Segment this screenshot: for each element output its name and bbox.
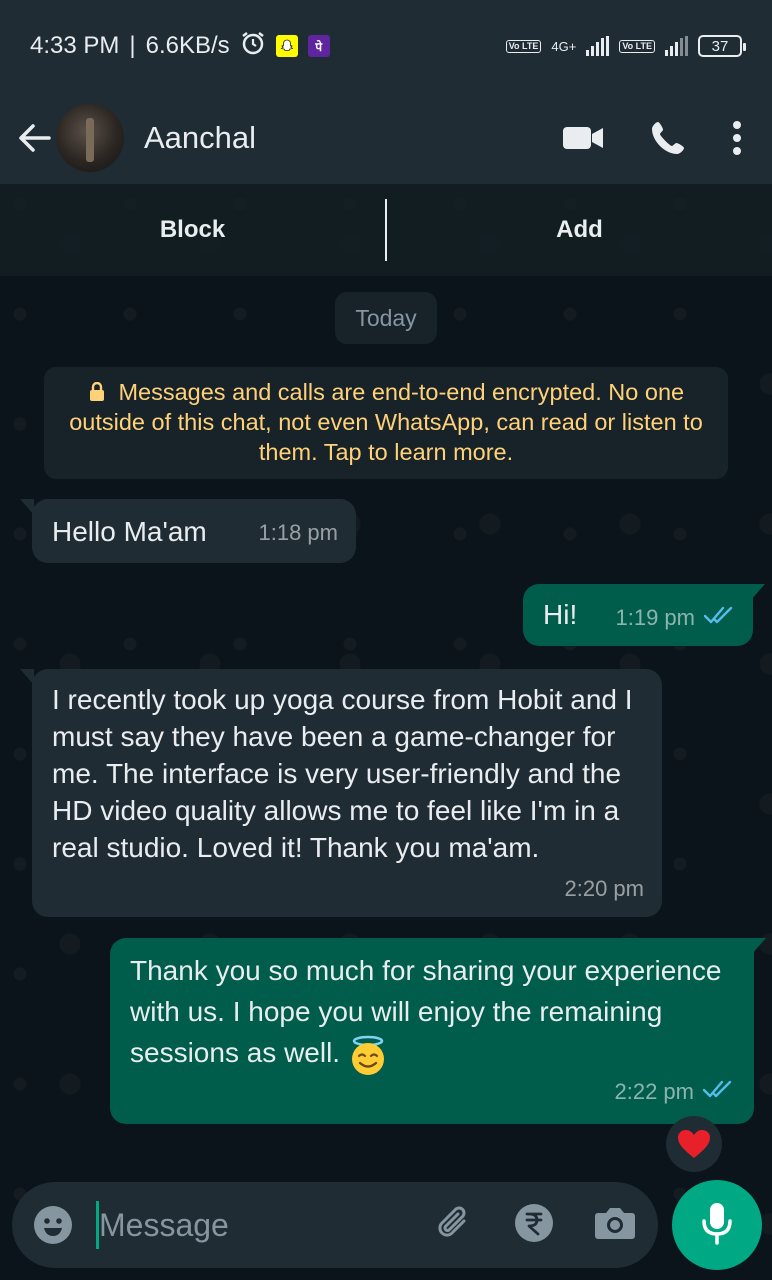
volte-badge: Vo LTE <box>505 39 542 53</box>
status-time: 4:33 PM <box>30 32 120 59</box>
payment-rupee-icon[interactable] <box>514 1203 554 1248</box>
message-time: 1:18 pm <box>258 520 339 545</box>
camera-icon[interactable] <box>594 1205 636 1246</box>
snapchat-icon <box>275 35 298 57</box>
battery-icon: 37 <box>698 35 746 57</box>
encryption-notice[interactable]: Messages and calls are end-to-end encryp… <box>44 367 728 479</box>
phonepe-icon: पे <box>307 35 330 57</box>
back-arrow-icon[interactable] <box>14 118 54 158</box>
volte-badge-2: Vo LTE <box>619 39 655 53</box>
message-input[interactable] <box>99 1206 399 1244</box>
date-chip: Today <box>335 292 437 344</box>
message-text: Hi! <box>543 599 578 630</box>
status-bar: 4:33 PM | 6.6KB/s पे Vo LTE 4G+ Vo LTE 3… <box>0 0 772 92</box>
add-button[interactable]: Add <box>387 216 772 244</box>
message-time: 1:19 pm <box>615 605 696 630</box>
message-outgoing[interactable]: Hi! 1:19 pm <box>523 584 765 646</box>
microphone-icon <box>699 1201 735 1250</box>
chat-area[interactable]: Block Add Today Messages and calls are e… <box>0 184 772 1280</box>
message-outgoing[interactable]: Thank you so much for sharing your exper… <box>110 938 766 1124</box>
message-time: 2:22 pm <box>614 1079 695 1104</box>
message-text: Hello Ma'am <box>52 516 207 547</box>
message-incoming[interactable]: I recently took up yoga course from Hobi… <box>20 669 662 917</box>
encryption-text: Messages and calls are end-to-end encryp… <box>69 379 703 465</box>
network-speed: 6.6KB/s <box>145 32 230 59</box>
contact-name[interactable]: Aanchal <box>144 120 256 156</box>
signal-icon-2 <box>665 36 688 56</box>
chat-header: Aanchal <box>0 92 772 184</box>
message-text: I recently took up yoga course from Hobi… <box>52 684 633 863</box>
message-incoming[interactable]: Hello Ma'am 1:18 pm <box>20 499 356 563</box>
phone-icon[interactable] <box>650 120 686 156</box>
double-check-icon <box>703 599 735 636</box>
unknown-contact-bar: Block Add <box>0 184 772 276</box>
battery-level: 37 <box>711 37 729 55</box>
network-type: 4G+ <box>551 38 577 54</box>
attach-icon[interactable] <box>434 1203 474 1248</box>
video-call-icon[interactable] <box>562 124 604 152</box>
message-text: Thank you so much for sharing your exper… <box>130 955 722 1068</box>
avatar[interactable] <box>56 104 124 172</box>
double-check-icon <box>702 1073 734 1110</box>
block-button[interactable]: Block <box>0 216 385 244</box>
smiling-face-with-halo-icon <box>346 1035 390 1075</box>
alarm-icon <box>240 30 266 63</box>
message-time: 2:20 pm <box>564 876 645 901</box>
signal-icon <box>586 36 610 56</box>
heart-reaction-icon[interactable] <box>666 1116 722 1172</box>
message-composer <box>12 1182 658 1268</box>
emoji-icon[interactable] <box>32 1204 74 1246</box>
more-vert-icon[interactable] <box>732 120 742 156</box>
lock-icon <box>88 379 119 405</box>
mic-button[interactable] <box>672 1180 762 1270</box>
